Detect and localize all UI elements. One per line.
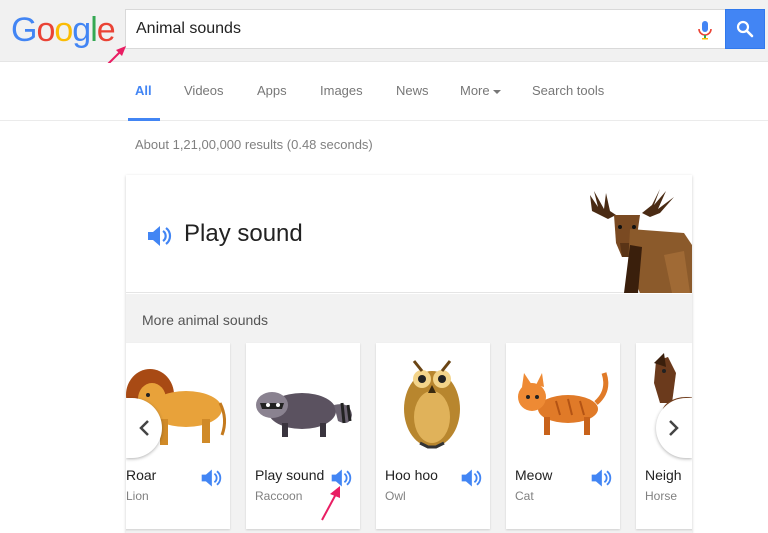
animal-name-label: Lion	[126, 489, 149, 503]
raccoon-icon	[246, 343, 360, 458]
animal-sound-label: Meow	[515, 467, 553, 483]
cat-icon	[506, 343, 620, 458]
animal-sound-label: Hoo hoo	[385, 467, 438, 483]
microphone-icon[interactable]	[697, 20, 713, 40]
search-results-page: Google Animal sounds All Videos Apps Ima…	[0, 0, 768, 533]
speaker-icon[interactable]	[200, 467, 222, 494]
search-icon	[736, 20, 754, 38]
speaker-icon[interactable]	[460, 467, 482, 494]
animal-name-label: Cat	[515, 489, 534, 503]
animal-name-label: Horse	[645, 489, 678, 503]
logo-letter: g	[72, 11, 91, 49]
more-animal-sounds-label: More animal sounds	[142, 312, 269, 328]
active-tab-indicator	[128, 118, 160, 121]
play-sound-label[interactable]: Play sound	[184, 220, 303, 248]
animal-sound-label: Play sound	[255, 467, 325, 483]
animal-card[interactable]: Meow Cat	[506, 343, 620, 529]
logo-letter: o	[54, 11, 73, 49]
speaker-icon[interactable]	[146, 223, 172, 254]
tab-videos[interactable]: Videos	[184, 83, 224, 98]
tab-more-label: More	[460, 83, 490, 98]
animal-name-label: Raccoon	[255, 489, 303, 503]
animal-sound-label: Roar	[126, 467, 157, 483]
animal-name-label: Owl	[385, 489, 406, 503]
search-tabs: All Videos Apps Images News More Search …	[0, 63, 768, 121]
search-button[interactable]	[725, 9, 765, 49]
moose-icon	[590, 189, 692, 293]
animal-sounds-card: Play sound More animal sounds Roar Lion …	[126, 175, 692, 533]
tab-news[interactable]: News	[396, 83, 429, 98]
annotation-arrow	[321, 486, 340, 521]
chevron-right-icon	[669, 420, 679, 436]
google-logo[interactable]: Google	[11, 10, 116, 50]
tab-more[interactable]: More	[460, 83, 501, 98]
search-input[interactable]: Animal sounds	[136, 10, 241, 48]
result-stats: About 1,21,00,000 results (0.48 seconds)	[135, 137, 373, 152]
caret-down-icon	[492, 89, 501, 94]
more-animal-sounds: More animal sounds Roar Lion Play sound …	[126, 294, 692, 533]
logo-letter: o	[36, 11, 55, 49]
chevron-left-icon	[139, 420, 149, 436]
animal-sound-label: Neigh	[645, 467, 682, 483]
logo-letter: G	[11, 11, 37, 49]
tab-search-tools[interactable]: Search tools	[532, 83, 604, 98]
tab-apps[interactable]: Apps	[257, 83, 287, 98]
animal-card[interactable]: Hoo hoo Owl	[376, 343, 490, 529]
search-box[interactable]: Animal sounds	[125, 9, 725, 49]
owl-icon	[376, 343, 490, 458]
tab-all[interactable]: All	[135, 83, 152, 98]
speaker-icon[interactable]	[590, 467, 612, 494]
card-top: Play sound	[126, 175, 692, 293]
tab-news-label: News	[396, 83, 429, 98]
tab-images[interactable]: Images	[320, 83, 363, 98]
